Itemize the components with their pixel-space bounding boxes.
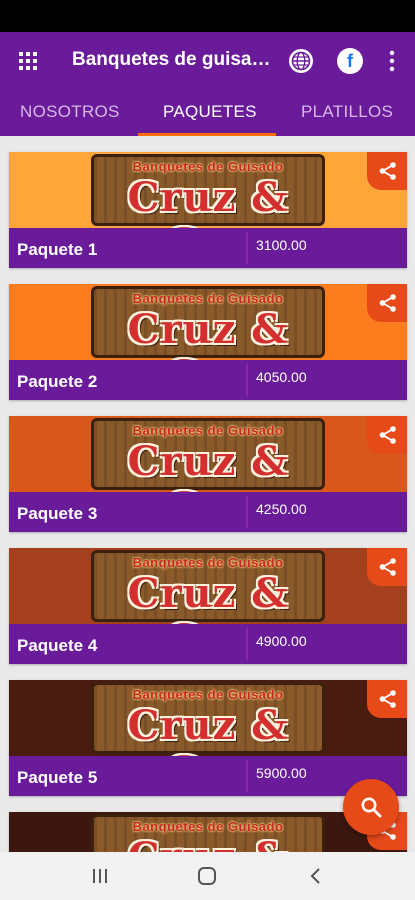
brand-logo: Banquetes de Guisado Cruz & Gar <box>91 154 325 229</box>
package-card[interactable]: Banquetes de Guisado Cruz & Gar Paquete … <box>9 284 407 400</box>
logo-line1: Banquetes de Guisado <box>132 423 284 438</box>
share-button[interactable] <box>367 152 407 190</box>
package-name: Paquete 5 <box>17 768 98 787</box>
package-banner: Banquetes de Guisado Cruz & Gar <box>9 548 407 624</box>
package-banner: Banquetes de Guisado Cruz & Gar <box>9 680 407 756</box>
share-button[interactable] <box>367 284 407 322</box>
divider <box>246 760 248 792</box>
logo-line2: Cruz & Gar <box>127 438 289 493</box>
package-name: Paquete 3 <box>17 504 98 523</box>
divider <box>246 232 248 264</box>
package-card[interactable]: Banquetes de Guisado Cruz & Gar Paquete … <box>9 152 407 268</box>
divider <box>246 496 248 528</box>
package-name: Paquete 1 <box>17 240 98 259</box>
share-button[interactable] <box>367 548 407 586</box>
logo-line1: Banquetes de Guisado <box>132 687 284 702</box>
home-icon[interactable] <box>197 866 217 886</box>
share-button[interactable] <box>367 416 407 454</box>
tab-nosotros[interactable]: NOSOTROS <box>20 90 120 136</box>
package-banner: Banquetes de Guisado Cruz & Gar <box>9 152 407 228</box>
package-price: 3100.00 <box>256 237 307 253</box>
globe-icon[interactable] <box>288 48 314 74</box>
back-icon[interactable] <box>306 866 326 886</box>
package-card[interactable]: Banquetes de Guisado Cruz & Gar Paquete … <box>9 548 407 664</box>
divider <box>246 628 248 660</box>
brand-logo: Banquetes de Guisado Cruz & Gar <box>91 418 325 493</box>
logo-line1: Banquetes de Guisado <box>132 555 284 570</box>
share-icon <box>379 294 396 312</box>
package-price: 4250.00 <box>256 501 307 517</box>
package-price: 5900.00 <box>256 765 307 781</box>
divider <box>246 364 248 396</box>
package-banner: Banquetes de Guisado Cruz & Gar <box>9 284 407 360</box>
share-button[interactable] <box>367 680 407 718</box>
recent-apps-icon[interactable] <box>90 866 110 886</box>
package-info: Paquete 1 3100.00 <box>9 228 407 268</box>
share-icon <box>379 162 396 180</box>
share-icon <box>379 426 396 444</box>
package-info: Paquete 3 4250.00 <box>9 492 407 532</box>
logo-line1: Banquetes de Guisado <box>132 159 284 174</box>
logo-line2: Cruz & Gar <box>127 702 289 757</box>
search-button[interactable] <box>343 779 399 835</box>
logo-line1: Banquetes de Guisado <box>132 291 284 306</box>
logo-line2: Cruz & Gar <box>94 835 322 853</box>
package-banner: Banquetes de Guisado Cruz & Gar <box>9 416 407 492</box>
logo-line1: Banquetes de Guisado <box>132 819 284 834</box>
package-info: Paquete 4 4900.00 <box>9 624 407 664</box>
system-nav-bar <box>0 852 415 900</box>
share-icon <box>379 558 396 576</box>
package-card[interactable]: Banquetes de Guisado Cruz & Gar Paquete … <box>9 416 407 532</box>
share-icon <box>379 690 396 708</box>
logo-line2: Cruz & Gar <box>127 570 289 625</box>
search-icon <box>361 797 382 818</box>
package-name: Paquete 4 <box>17 636 98 655</box>
package-price: 4900.00 <box>256 633 307 649</box>
tab-bar: NOSOTROS PAQUETES PLATILLOS <box>0 90 415 136</box>
brand-logo: Banquetes de Guisado Cruz & Gar <box>91 550 325 625</box>
more-vert-icon[interactable] <box>385 50 399 72</box>
brand-logo: Banquetes de Guisado Cruz & Gar <box>91 814 325 852</box>
tab-platillos[interactable]: PLATILLOS <box>301 90 393 136</box>
app-title: Banquetes de guisado Cruz & Gar <box>72 49 272 70</box>
package-name: Paquete 2 <box>17 372 98 391</box>
brand-logo: Banquetes de Guisado Cruz & Gar <box>91 682 325 757</box>
tab-paquetes[interactable]: PAQUETES <box>163 90 257 136</box>
brand-logo: Banquetes de Guisado Cruz & Gar <box>91 286 325 361</box>
package-price: 4050.00 <box>256 369 307 385</box>
app-bar: Banquetes de guisado Cruz & Gar f <box>0 32 415 90</box>
logo-line2: Cruz & Gar <box>127 306 289 361</box>
logo-line2: Cruz & Gar <box>127 174 289 229</box>
package-card[interactable]: Banquetes de Guisado Cruz & Gar Paquete … <box>9 680 407 796</box>
status-bar <box>0 0 415 32</box>
package-info: Paquete 2 4050.00 <box>9 360 407 400</box>
facebook-icon[interactable]: f <box>337 48 363 74</box>
apps-grid-icon[interactable] <box>19 52 37 70</box>
package-list[interactable]: Banquetes de Guisado Cruz & Gar Paquete … <box>0 136 415 852</box>
